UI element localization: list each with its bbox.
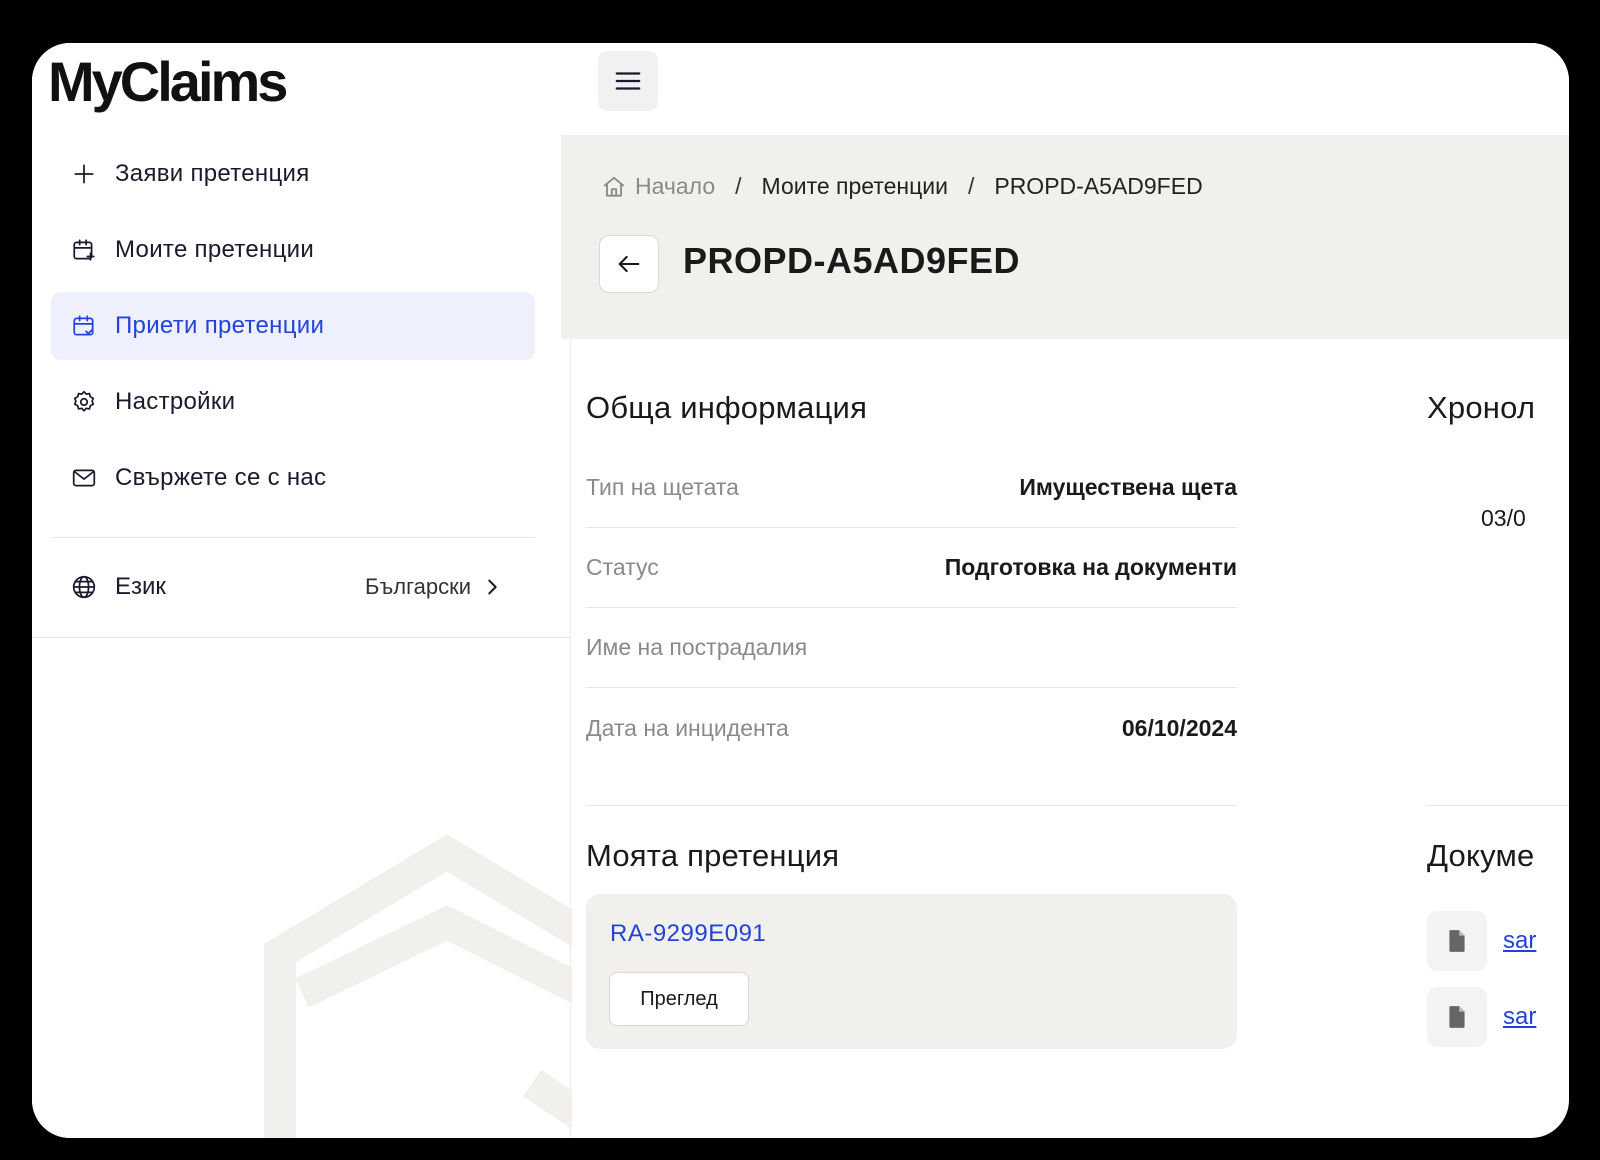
hamburger-icon: [615, 72, 641, 90]
sidebar-bottom-divider: [32, 637, 570, 638]
breadcrumb-home[interactable]: Начало: [635, 173, 715, 200]
info-row-damage-type: Тип на щетата Имуществена щета: [586, 448, 1237, 528]
sidebar-item-contact[interactable]: Свържете се с нас: [51, 444, 535, 512]
general-info-table: Тип на щетата Имуществена щета Статус По…: [586, 448, 1237, 768]
info-label: Тип на щетата: [586, 474, 739, 500]
chevron-right-icon: [488, 579, 497, 595]
info-row-status: Статус Подготовка на документи: [586, 528, 1237, 608]
document-icon-box: [1427, 911, 1487, 971]
document-item: sar: [1427, 987, 1536, 1047]
main-content: Начало / Моите претенции / PROPD-A5AD9FE…: [561, 43, 1569, 1138]
menu-button[interactable]: [598, 51, 658, 111]
document-link[interactable]: sar: [1503, 927, 1536, 955]
language-selector[interactable]: Език Български: [51, 552, 535, 622]
sidebar-item-label: Настройки: [115, 388, 236, 415]
language-label: Език: [115, 573, 166, 600]
breadcrumb-current: PROPD-A5AD9FED: [994, 173, 1203, 199]
sidebar-item-label: Свържете се с нас: [115, 464, 327, 491]
claim-card: RA-9299E091 Преглед: [586, 894, 1237, 1049]
general-info-title: Обща информация: [586, 390, 868, 425]
sidebar-item-accepted-claims[interactable]: Приети претенции: [51, 292, 535, 360]
sidebar-nav: Заяви претенция Моите претенции Приети п…: [51, 140, 535, 520]
documents-title: Докуме: [1427, 838, 1535, 873]
view-button[interactable]: Преглед: [609, 972, 749, 1026]
sidebar-item-my-claims[interactable]: Моите претенции: [51, 216, 535, 284]
document-icon-box: [1427, 987, 1487, 1047]
calendar-plus-icon: [73, 239, 95, 261]
app-screen: MyClaims Заяви претенция Моите претенции…: [32, 43, 1569, 1138]
info-row-victim-name: Име на пострадалия: [586, 608, 1237, 688]
timeline-date: 03/0: [1481, 505, 1526, 531]
section-divider: [1426, 805, 1569, 806]
sidebar-item-label: Заяви претенция: [115, 160, 310, 187]
arrow-left-icon: [618, 255, 640, 273]
info-value: Подготовка на документи: [944, 554, 1237, 580]
claim-id-link[interactable]: RA-9299E091: [610, 920, 766, 948]
sidebar-item-label: Приети претенции: [115, 312, 325, 339]
timeline-title: Хронол: [1427, 390, 1536, 425]
breadcrumb-my-claims[interactable]: Моите претенции: [762, 173, 948, 200]
file-icon: [1449, 930, 1465, 952]
sidebar: MyClaims Заяви претенция Моите претенции…: [32, 43, 572, 1138]
calendar-check-icon: [73, 315, 94, 336]
logo-watermark-icon: [264, 834, 572, 1138]
document-item: sar: [1427, 911, 1536, 971]
page-header: Начало / Моите претенции / PROPD-A5AD9FE…: [561, 135, 1569, 339]
breadcrumb-separator: /: [735, 173, 742, 199]
info-value: 06/10/2024: [1121, 714, 1237, 741]
section-divider: [586, 805, 1237, 806]
logo: MyClaims: [48, 50, 288, 113]
sidebar-item-settings[interactable]: Настройки: [51, 368, 535, 436]
breadcrumb-separator: /: [967, 173, 975, 199]
sidebar-item-label: Моите претенции: [115, 236, 315, 263]
home-icon: [603, 176, 625, 197]
info-label: Дата на инцидента: [586, 714, 789, 741]
info-label: Име на пострадалия: [586, 634, 808, 660]
globe-icon: [72, 575, 96, 599]
document-link[interactable]: sar: [1503, 1003, 1536, 1031]
back-button[interactable]: [599, 235, 659, 293]
breadcrumb: Начало / Моите претенции / PROPD-A5AD9FE…: [601, 173, 1203, 200]
info-label: Статус: [586, 554, 659, 580]
topbar: [561, 43, 1569, 135]
file-icon: [1449, 1006, 1465, 1028]
info-row-incident-date: Дата на инцидента 06/10/2024: [586, 688, 1237, 768]
language-value: Български: [365, 574, 471, 599]
plus-icon: [74, 164, 94, 184]
sidebar-divider: [51, 537, 535, 538]
gear-icon: [73, 390, 95, 412]
sidebar-item-new-claim[interactable]: Заяви претенция: [51, 140, 535, 208]
mail-icon: [72, 469, 96, 487]
page-title: PROPD-A5AD9FED: [683, 240, 1021, 281]
device-frame: MyClaims Заяви претенция Моите претенции…: [0, 0, 1600, 1160]
info-value: Имуществена щета: [1019, 474, 1237, 500]
my-claim-title: Моята претенция: [586, 838, 840, 873]
